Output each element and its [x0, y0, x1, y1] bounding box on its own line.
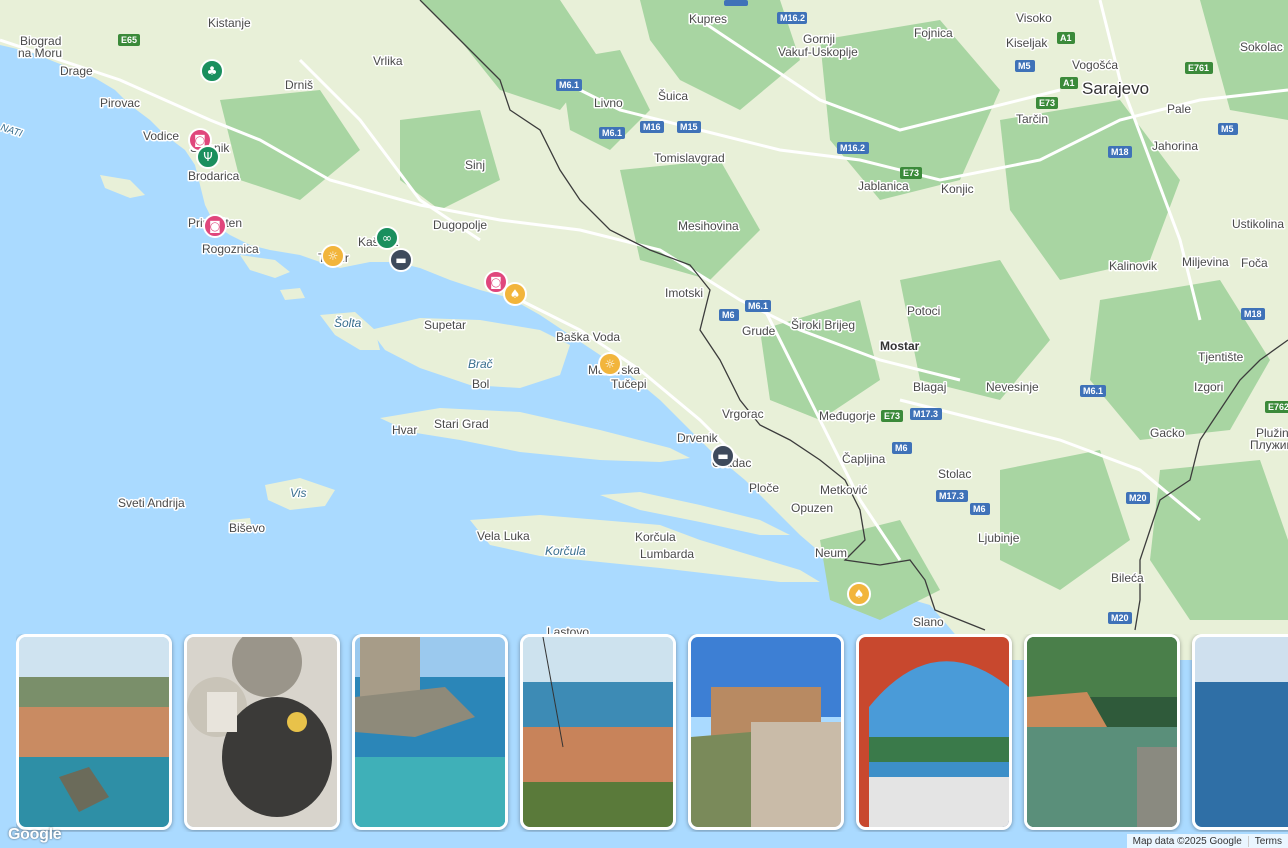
photo-mussels-dish	[187, 637, 337, 827]
photo-cable-car-view	[523, 637, 673, 827]
photo-card[interactable]	[520, 634, 676, 830]
photo-card[interactable]	[16, 634, 172, 830]
attribution-text: Map data ©2025 Google	[1132, 835, 1242, 847]
tree-icon: ♣	[207, 64, 218, 78]
pin-restaurant-sibenik[interactable]: Ψ	[196, 145, 220, 169]
camera-icon: ◙	[194, 133, 206, 147]
google-logo: Google	[8, 826, 62, 843]
hiking-icon: ♠	[510, 287, 521, 301]
pin-park-kastela[interactable]: ∞	[375, 226, 399, 250]
photo-carousel[interactable]	[16, 634, 1288, 832]
camera-icon: ◙	[490, 275, 502, 289]
bed-icon: ▬	[717, 449, 728, 463]
photo-card[interactable]	[1024, 634, 1180, 830]
camera-icon: ◙	[209, 219, 221, 233]
pin-beach-makarska[interactable]: ☼	[598, 352, 622, 376]
photo-card[interactable]	[352, 634, 508, 830]
terms-link[interactable]: Terms	[1247, 835, 1288, 847]
pin-hotel-split[interactable]: ▬	[389, 248, 413, 272]
photo-card[interactable]	[1192, 634, 1288, 830]
photo-fortress-sea	[355, 637, 505, 827]
fork-knife-icon: Ψ	[203, 150, 212, 164]
pin-park-kistanje[interactable]: ♣	[200, 59, 224, 83]
pin-activity-slano[interactable]: ♠	[847, 582, 871, 606]
binoculars-icon: ∞	[382, 231, 392, 245]
sun-icon: ☼	[328, 249, 339, 263]
pin-photo-primosten[interactable]: ◙	[203, 214, 227, 238]
hiking-icon: ♠	[854, 587, 865, 601]
photo-city-walls	[691, 637, 841, 827]
pin-photo-omis[interactable]: ◙	[484, 270, 508, 294]
bed-icon: ▬	[395, 253, 406, 267]
map-attribution: Map data ©2025 Google Terms	[1126, 834, 1288, 848]
pin-activity-omis[interactable]: ♠	[503, 282, 527, 306]
pin-beach-trogir[interactable]: ☼	[321, 244, 345, 268]
photo-card[interactable]	[184, 634, 340, 830]
photo-arch-bay	[859, 637, 1009, 827]
photo-open-sea	[1195, 637, 1288, 827]
photo-card[interactable]	[856, 634, 1012, 830]
photo-coastal-town	[19, 637, 169, 827]
photo-rock-pool-swimmer	[1027, 637, 1177, 827]
photo-card[interactable]	[688, 634, 844, 830]
pin-hotel-gradac[interactable]: ▬	[711, 444, 735, 468]
sun-icon: ☼	[605, 357, 616, 371]
